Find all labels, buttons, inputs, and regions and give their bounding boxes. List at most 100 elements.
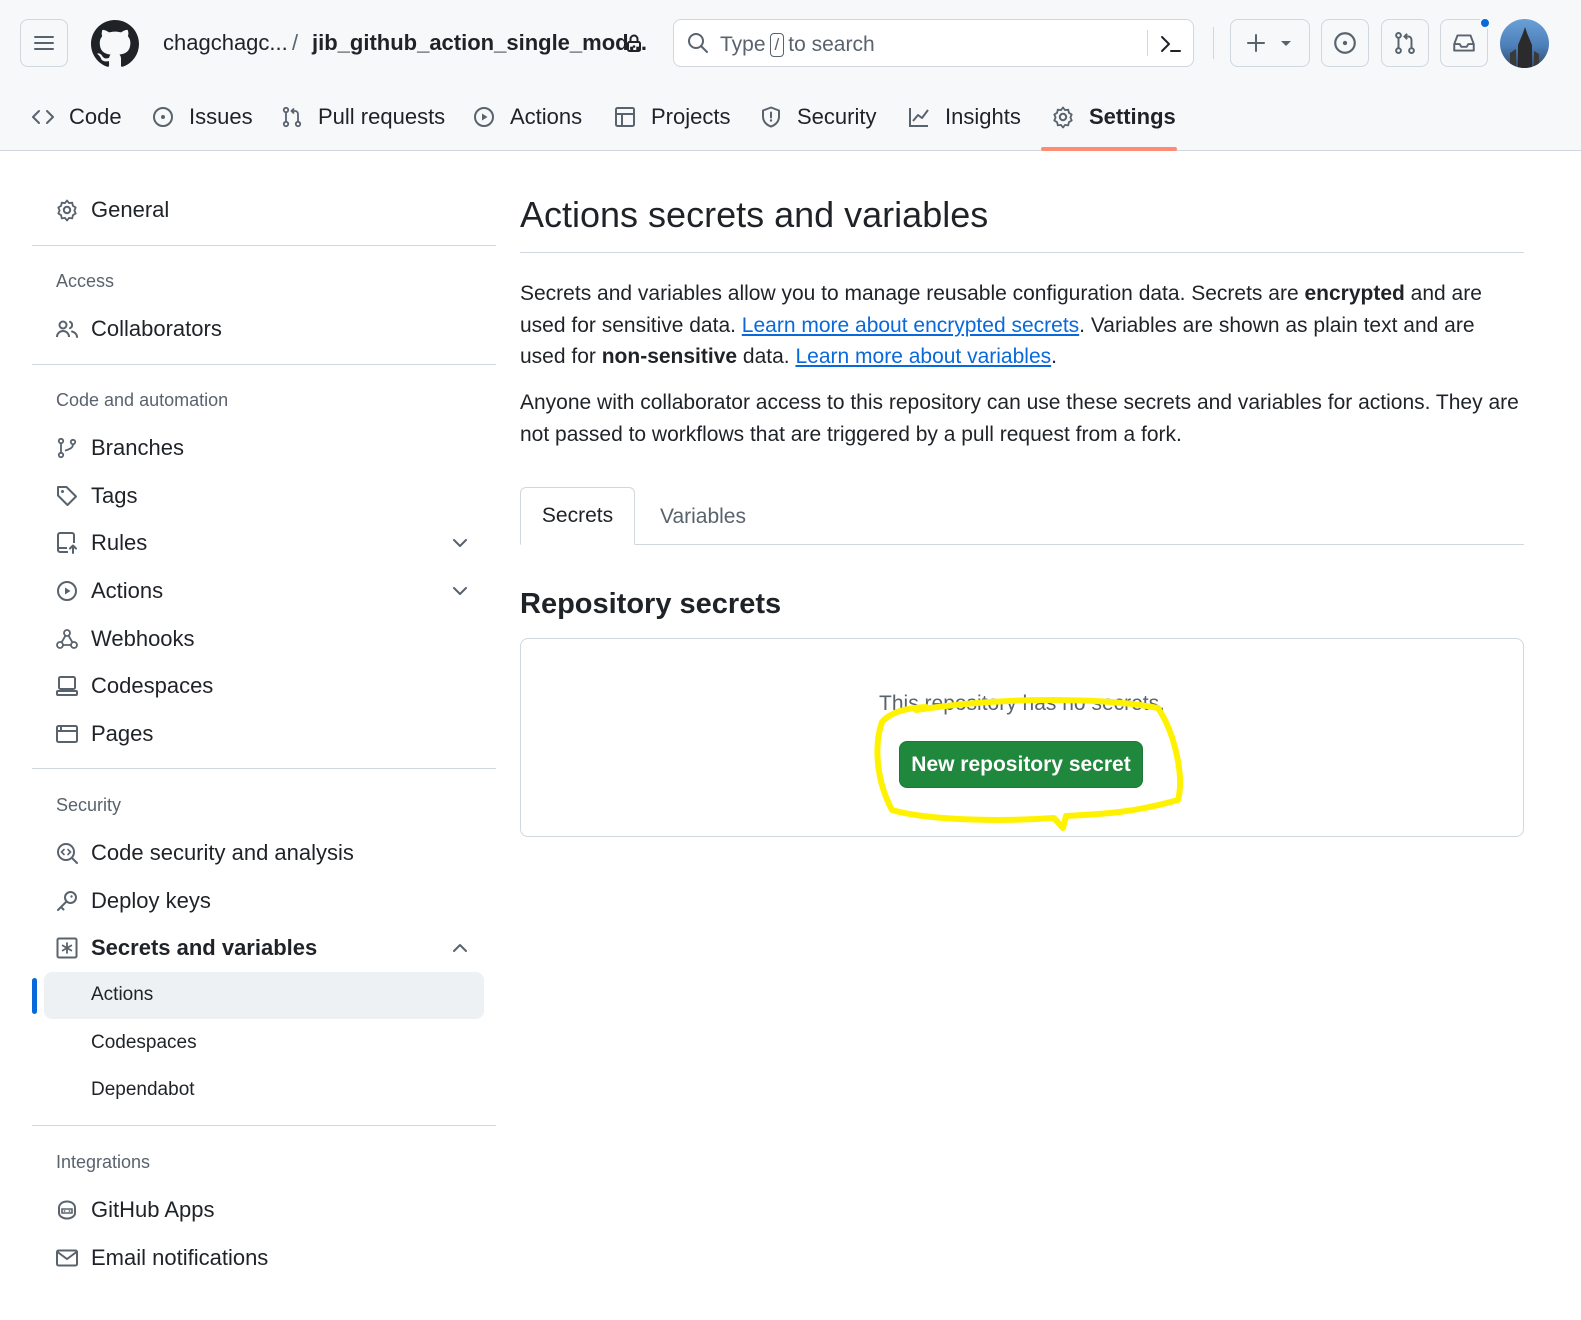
key-icon (57, 891, 77, 911)
tab-secrets[interactable]: Secrets (520, 487, 635, 545)
sidebar-item-collaborators[interactable]: Collaborators (55, 309, 222, 349)
intro-text: . (1051, 345, 1057, 368)
tab-settings[interactable]: Settings (1051, 96, 1176, 138)
tab-code[interactable]: Code (31, 96, 122, 138)
search-divider (1147, 30, 1148, 56)
sidebar-item-label: Codespaces (91, 673, 214, 698)
sidebar-item-label: GitHub Apps (91, 1197, 215, 1222)
sidebar-item-secrets-variables[interactable]: Secrets and variables (55, 928, 317, 968)
search-placeholder-suffix: to search (788, 33, 875, 56)
sidebar-item-github-apps[interactable]: GitHub Apps (55, 1190, 215, 1230)
your-pull-requests-button[interactable] (1381, 19, 1429, 67)
codescan-icon (57, 843, 78, 864)
tab-pull-requests[interactable]: Pull requests (280, 96, 445, 138)
breadcrumb-owner[interactable]: chagchagc... (163, 30, 288, 56)
sidebar-item-label: Actions (91, 578, 164, 603)
tab-label: Security (797, 104, 877, 129)
tab-insights[interactable]: Insights (907, 96, 1021, 138)
avatar-image (1510, 27, 1539, 68)
issue-opened-icon (1334, 32, 1356, 54)
lock-icon (627, 34, 641, 52)
learn-more-variables-link[interactable]: Learn more about variables (795, 345, 1051, 368)
command-palette-icon[interactable] (1158, 31, 1184, 57)
unread-indicator (1479, 17, 1491, 29)
search-input[interactable]: Type / to search (673, 19, 1194, 67)
sidebar-item-actions[interactable]: Actions (55, 571, 163, 611)
webhook-icon (56, 629, 78, 649)
sidebar-subitem-codespaces[interactable]: Codespaces (91, 1032, 197, 1054)
menu-button[interactable] (20, 19, 68, 67)
chevron-down-icon[interactable] (448, 579, 472, 603)
selected-tab-underline (1041, 147, 1177, 151)
sidebar-item-code-security[interactable]: Code security and analysis (55, 833, 354, 873)
sidebar-item-tags[interactable]: Tags (55, 476, 137, 516)
table-icon (615, 107, 635, 127)
triangle-down-icon (1281, 41, 1291, 46)
people-icon (56, 320, 78, 338)
create-new-button[interactable] (1230, 19, 1310, 67)
shield-icon (762, 106, 780, 128)
tab-issues[interactable]: Issues (151, 96, 253, 138)
search-placeholder-prefix: Type (720, 33, 766, 56)
sidebar-divider (32, 1125, 496, 1126)
sidebar-item-webhooks[interactable]: Webhooks (55, 619, 195, 659)
intro-paragraph: Secrets and variables allow you to manag… (520, 278, 1524, 373)
tab-label: Insights (945, 104, 1021, 129)
access-note-paragraph: Anyone with collaborator access to this … (520, 391, 1519, 446)
subtabs-divider (520, 544, 1524, 545)
avatar[interactable] (1500, 19, 1549, 68)
sidebar-item-codespaces[interactable]: Codespaces (55, 666, 213, 706)
issue-opened-icon (153, 107, 173, 127)
sidebar-item-deploy-keys[interactable]: Deploy keys (55, 881, 211, 921)
sidebar-item-label: General (91, 197, 170, 222)
intro-bold-non-sensitive: non-sensitive (601, 345, 738, 368)
tab-label: Projects (651, 104, 731, 129)
repo-nav: Code Issues Pull requests Actions Projec… (0, 96, 1581, 151)
sidebar-subitem-dependabot[interactable]: Dependabot (91, 1079, 195, 1101)
tab-label: Actions (510, 104, 583, 129)
sidebar-item-label: Branches (91, 435, 184, 460)
tab-projects[interactable]: Projects (613, 96, 730, 138)
sidebar-item-general[interactable]: General (55, 190, 169, 230)
search-icon (688, 33, 708, 53)
code-icon (32, 110, 54, 124)
sidebar-item-label: Deploy keys (91, 888, 211, 913)
your-issues-button[interactable] (1321, 19, 1369, 67)
sidebar-item-label: Code security and analysis (91, 840, 354, 865)
page-title: Actions secrets and variables (520, 194, 989, 235)
chevron-up-icon[interactable] (448, 936, 472, 960)
github-logo-icon[interactable] (91, 20, 139, 68)
tab-actions[interactable]: Actions (472, 96, 582, 138)
sidebar-item-label: Email notifications (91, 1245, 269, 1270)
active-indicator (32, 978, 37, 1014)
tab-label: Pull requests (318, 104, 446, 129)
sidebar-divider (32, 245, 496, 246)
sidebar-heading-code-automation: Code and automation (56, 390, 229, 410)
sidebar-item-email-notifications[interactable]: Email notifications (55, 1238, 268, 1278)
section-title: Repository secrets (520, 588, 782, 620)
repo-push-icon (57, 532, 77, 554)
sidebar-heading-access: Access (56, 271, 115, 291)
sidebar-item-pages[interactable]: Pages (55, 714, 153, 754)
graph-icon (909, 108, 929, 127)
sidebar-item-rules[interactable]: Rules (55, 523, 147, 563)
chevron-down-icon[interactable] (448, 531, 472, 555)
git-branch-icon (57, 437, 77, 459)
tag-icon (57, 486, 77, 506)
codespaces-icon (56, 676, 78, 696)
tab-secrets-label: Secrets (541, 504, 614, 527)
new-repository-secret-button[interactable]: New repository secret (899, 741, 1143, 788)
breadcrumb-repo[interactable]: jib_github_action_single_mod... (312, 30, 647, 56)
learn-more-secrets-link[interactable]: Learn more about encrypted secrets (742, 314, 1079, 337)
sidebar-item-branches[interactable]: Branches (55, 428, 184, 468)
mail-icon (56, 1249, 78, 1267)
sidebar-item-label: Collaborators (91, 316, 222, 341)
sidebar-item-label: Pages (91, 721, 154, 746)
sidebar-subitem-actions[interactable]: Actions (91, 984, 153, 1006)
breadcrumb-separator: / (292, 30, 299, 55)
inbox-icon (1453, 34, 1475, 52)
tab-variables[interactable]: Variables (660, 505, 746, 529)
copilot-face-icon (58, 1200, 76, 1220)
tab-security[interactable]: Security (759, 96, 876, 138)
sidebar-divider (32, 768, 496, 769)
